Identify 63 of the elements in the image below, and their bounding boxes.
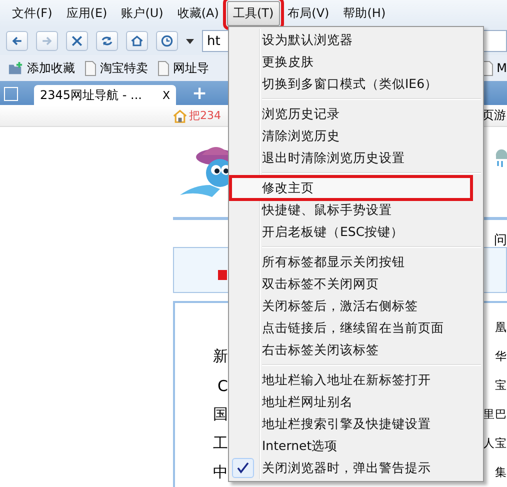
page-link[interactable]: 问: [494, 231, 507, 249]
bookmark-link[interactable]: 淘宝特卖: [100, 60, 148, 76]
menu-item[interactable]: 收藏(A): [171, 1, 225, 26]
menu-item[interactable]: 快捷键、鼠标手势设置: [229, 199, 483, 221]
site-link[interactable]: 华: [495, 349, 507, 363]
site-link[interactable]: 里巴: [483, 407, 507, 421]
menu-item[interactable]: 地址栏输入地址在新标签打开: [229, 369, 483, 391]
right-arrow-icon: [40, 34, 54, 48]
browser-tab[interactable]: 2345网址导航 - ... X: [34, 85, 176, 105]
menu-item[interactable]: 地址栏网址别名: [229, 391, 483, 413]
menu-item[interactable]: 右击标签关闭该标签: [229, 339, 483, 361]
menu-item[interactable]: 账户(U): [115, 1, 170, 26]
home-button[interactable]: [126, 31, 148, 51]
bookmark-link[interactable]: 添加收藏: [27, 60, 75, 76]
site-link[interactable]: 宝: [495, 378, 507, 392]
page-icon: [158, 60, 169, 76]
menu-item[interactable]: 帮助(H): [337, 1, 392, 26]
home-icon: [173, 108, 187, 122]
menu-item[interactable]: 应用(E): [60, 1, 114, 26]
menu-item[interactable]: 更换皮肤: [229, 51, 483, 73]
refresh-icon: [100, 34, 114, 48]
home-icon: [130, 34, 144, 48]
left-arrow-icon: [10, 34, 24, 48]
menu-item[interactable]: 修改主页: [231, 177, 471, 199]
menu-item[interactable]: 浏览历史记录: [229, 103, 483, 125]
menu-item[interactable]: 关闭标签后，激活右侧标签: [229, 295, 483, 317]
menu-item[interactable]: 切换到多窗口模式（类似IE6）: [229, 73, 483, 95]
cross-icon: [70, 34, 84, 48]
site-link[interactable]: 中: [213, 463, 228, 481]
menu-item[interactable]: 退出时清除浏览历史设置: [229, 147, 483, 169]
site-link[interactable]: 集: [495, 465, 507, 479]
refresh-button[interactable]: [96, 31, 118, 51]
bookmark-link[interactable]: M: [496, 61, 507, 75]
set-homepage-link[interactable]: 把234: [189, 108, 221, 123]
menu-item[interactable]: 双击标签不关闭网页: [229, 273, 483, 295]
back-button[interactable]: [6, 31, 28, 51]
stop-button[interactable]: [66, 31, 88, 51]
menu-item[interactable]: 关闭浏览器时，弹出警告提示: [229, 457, 483, 479]
site-link[interactable]: 新: [213, 347, 228, 365]
menu-item[interactable]: Internet选项: [229, 435, 483, 457]
tab-list-icon[interactable]: [4, 87, 18, 101]
page-link[interactable]: 页游: [482, 107, 506, 124]
menu-item[interactable]: 设为默认浏览器: [229, 29, 483, 51]
menu-item[interactable]: 所有标签都显示关闭按钮: [229, 251, 483, 273]
close-tab-button[interactable]: X: [162, 88, 170, 102]
clock-icon: [160, 34, 174, 48]
site-link[interactable]: C: [218, 376, 228, 394]
dropdown-caret-icon[interactable]: [186, 38, 194, 44]
menu-item[interactable]: 布局(V): [282, 1, 336, 26]
bookmark-link[interactable]: 网址导: [173, 60, 209, 76]
menu-item[interactable]: 开启老板键（ESC按键）: [229, 221, 483, 243]
menu-item[interactable]: 地址栏搜索引擎及快捷键设置: [229, 413, 483, 435]
menu-item[interactable]: 清除浏览历史: [229, 125, 483, 147]
site-link[interactable]: 人宝: [483, 436, 507, 450]
folder-add-icon: [8, 60, 23, 76]
menu-item[interactable]: 点击链接后，继续留在当前页面: [229, 317, 483, 339]
page-icon: [85, 60, 96, 76]
history-button[interactable]: [156, 31, 178, 51]
menu-item[interactable]: 文件(F): [6, 1, 58, 26]
site-link[interactable]: 凰: [495, 320, 507, 334]
site-link[interactable]: 国: [213, 405, 228, 423]
site-link[interactable]: 工: [213, 434, 228, 452]
weather-icon: [494, 147, 507, 169]
